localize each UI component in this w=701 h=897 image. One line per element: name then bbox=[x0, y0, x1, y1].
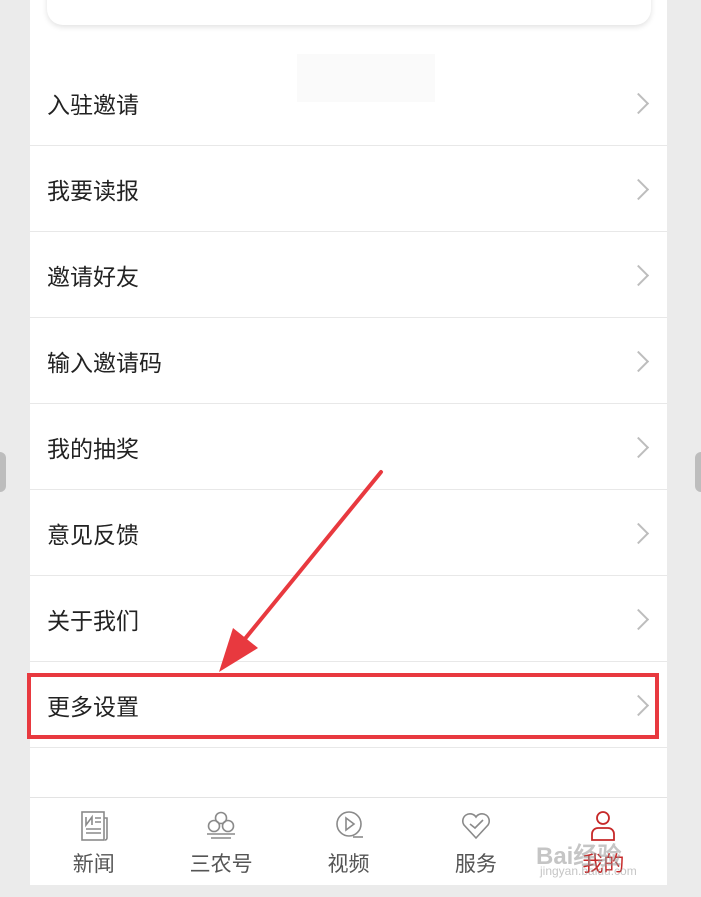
menu-item-feedback[interactable]: 意见反馈 bbox=[30, 490, 667, 576]
phone-screen: 入驻邀请 我要读报 邀请好友 输入邀请码 我的抽奖 意见反馈 关于我们 更多设置… bbox=[30, 0, 667, 885]
menu-item-settle-invite[interactable]: 入驻邀请 bbox=[30, 60, 667, 146]
profile-card-bottom bbox=[47, 0, 651, 25]
menu-item-label: 关于我们 bbox=[47, 608, 139, 635]
settings-menu: 入驻邀请 我要读报 邀请好友 输入邀请码 我的抽奖 意见反馈 关于我们 更多设置 bbox=[30, 60, 667, 748]
menu-item-about-us[interactable]: 关于我们 bbox=[30, 576, 667, 662]
menu-item-label: 输入邀请码 bbox=[47, 350, 162, 377]
menu-item-label: 我要读报 bbox=[47, 178, 139, 205]
menu-item-label: 更多设置 bbox=[47, 694, 139, 721]
chevron-right-icon bbox=[627, 694, 650, 716]
chevron-right-icon bbox=[627, 264, 650, 286]
menu-item-label: 入驻邀请 bbox=[47, 92, 139, 119]
right-side-button bbox=[695, 452, 701, 492]
play-icon bbox=[335, 811, 363, 838]
tab-label: 服务 bbox=[454, 852, 497, 876]
menu-item-my-lottery[interactable]: 我的抽奖 bbox=[30, 404, 667, 490]
tab-service[interactable]: 服务 bbox=[412, 798, 539, 885]
menu-item-label: 我的抽奖 bbox=[47, 436, 139, 463]
tab-label: 三农号 bbox=[189, 852, 253, 876]
chevron-right-icon bbox=[627, 178, 650, 200]
watermark-url: jingyan.baidu.com bbox=[540, 864, 637, 878]
chevron-right-icon bbox=[627, 436, 650, 458]
left-side-button bbox=[0, 452, 6, 492]
menu-item-label: 邀请好友 bbox=[47, 264, 139, 291]
menu-item-label: 意见反馈 bbox=[47, 522, 139, 549]
tab-sannonghao[interactable]: 三农号 bbox=[157, 798, 284, 885]
chevron-right-icon bbox=[627, 608, 650, 630]
tab-label: 新闻 bbox=[72, 852, 115, 876]
menu-item-more-settings[interactable]: 更多设置 bbox=[30, 662, 667, 748]
tab-news[interactable]: 新闻 bbox=[30, 798, 157, 885]
clover-icon bbox=[207, 811, 236, 839]
chevron-right-icon bbox=[627, 522, 650, 544]
heart-icon bbox=[461, 813, 490, 840]
chevron-right-icon bbox=[627, 350, 650, 372]
menu-item-invite-friends[interactable]: 邀请好友 bbox=[30, 232, 667, 318]
menu-item-read-newspaper[interactable]: 我要读报 bbox=[30, 146, 667, 232]
tab-label: 视频 bbox=[327, 852, 370, 876]
menu-item-enter-invite-code[interactable]: 输入邀请码 bbox=[30, 318, 667, 404]
newspaper-icon bbox=[80, 811, 108, 841]
tab-video[interactable]: 视频 bbox=[285, 798, 412, 885]
chevron-right-icon bbox=[627, 92, 650, 114]
